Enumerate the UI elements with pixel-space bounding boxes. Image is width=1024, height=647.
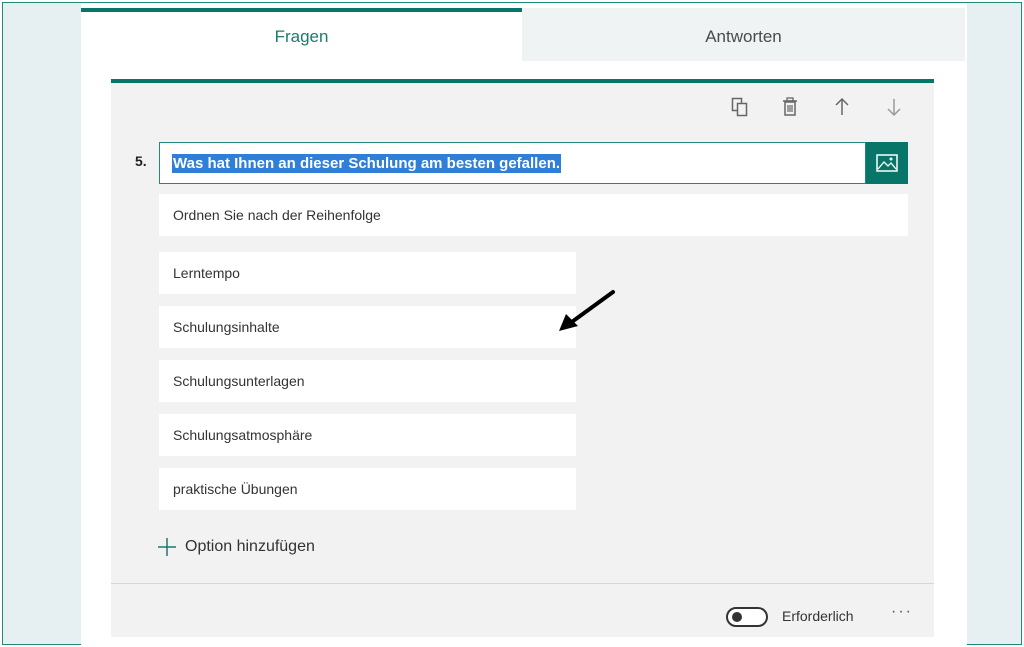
tab-fragen[interactable]: Fragen [81, 8, 522, 61]
option-item[interactable]: praktische Übungen [159, 468, 576, 510]
question-card[interactable]: 5. Was hat Ihnen an dieser Schulung am b… [111, 79, 934, 637]
more-options-icon[interactable]: ··· [891, 603, 913, 621]
app-frame: Fragen Antworten 5. Was hat Ihnen an die… [2, 2, 1022, 646]
tab-antworten-label: Antworten [705, 26, 782, 46]
form-sheet: Fragen Antworten 5. Was hat Ihnen an die… [81, 3, 967, 646]
option-label: Schulungsatmosphäre [173, 427, 313, 443]
question-subtitle-text: Ordnen Sie nach der Reihenfolge [173, 207, 381, 223]
option-label: Schulungsunterlagen [173, 373, 305, 389]
arrow-down-icon[interactable] [882, 95, 906, 119]
tab-fragen-label: Fragen [274, 26, 329, 46]
option-label: Schulungsinhalte [173, 319, 280, 335]
option-item[interactable]: Schulungsinhalte [159, 306, 576, 348]
annotation-arrow-icon [559, 290, 615, 331]
footer-divider [111, 583, 934, 584]
question-title-text: Was hat Ihnen an dieser Schulung am best… [172, 153, 562, 173]
tab-antworten[interactable]: Antworten [522, 8, 965, 61]
option-label: Lerntempo [173, 265, 240, 281]
option-label: praktische Übungen [173, 481, 298, 497]
insert-image-button[interactable] [866, 142, 908, 184]
required-toggle[interactable] [726, 607, 768, 627]
required-label: Erforderlich [782, 608, 854, 624]
image-icon [876, 154, 898, 172]
question-number: 5. [135, 153, 147, 169]
add-option-button[interactable]: Option hinzufügen [157, 535, 315, 559]
question-title-input[interactable]: Was hat Ihnen an dieser Schulung am best… [159, 142, 866, 184]
option-item[interactable]: Schulungsunterlagen [159, 360, 576, 402]
question-subtitle-input[interactable]: Ordnen Sie nach der Reihenfolge [159, 194, 908, 236]
copy-icon[interactable] [728, 95, 752, 119]
arrow-up-icon[interactable] [830, 95, 854, 119]
add-option-label: Option hinzufügen [185, 538, 315, 555]
trash-icon[interactable] [778, 95, 802, 119]
plus-icon [158, 538, 176, 556]
toggle-knob [732, 612, 742, 622]
option-item[interactable]: Lerntempo [159, 252, 576, 294]
option-item[interactable]: Schulungsatmosphäre [159, 414, 576, 456]
